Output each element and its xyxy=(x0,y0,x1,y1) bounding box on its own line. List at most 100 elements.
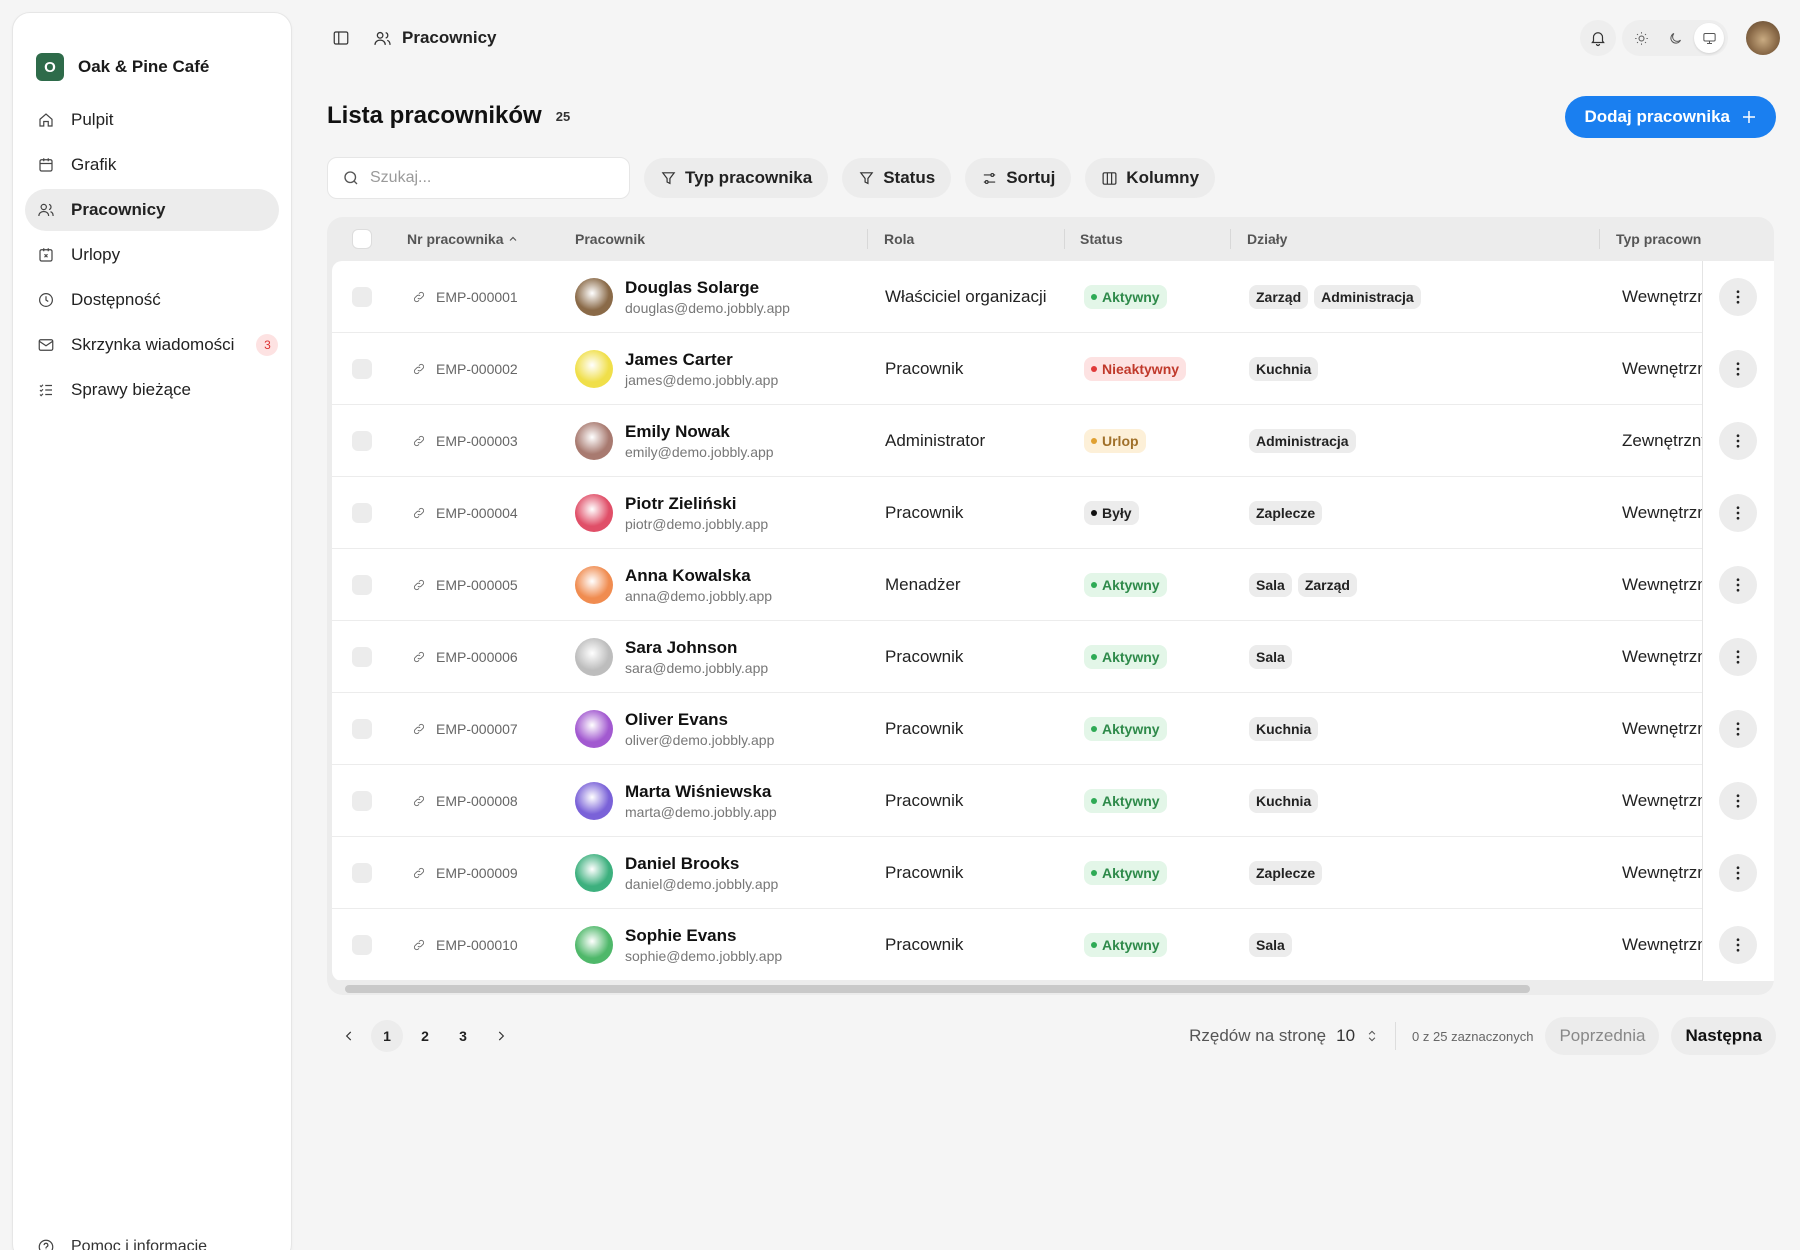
table-row[interactable]: EMP-000008 Marta Wiśniewska marta@demo.job… xyxy=(332,765,1774,837)
row-actions-button[interactable] xyxy=(1719,638,1757,676)
light-theme-button[interactable] xyxy=(1626,23,1656,53)
employee-cell[interactable]: Douglas Solarge douglas@demo.jobbly.app xyxy=(575,261,790,333)
sidebar-item-skrzynka-wiadomości[interactable]: Skrzynka wiadomości 3 xyxy=(25,324,279,366)
sidebar-item-grafik[interactable]: Grafik xyxy=(25,144,279,186)
column-header-departments[interactable]: Działy xyxy=(1230,217,1287,261)
row-checkbox[interactable] xyxy=(352,431,372,451)
column-header-status[interactable]: Status xyxy=(1064,217,1123,261)
sidebar-item-dostępność[interactable]: Dostępność xyxy=(25,279,279,321)
row-actions-button[interactable] xyxy=(1719,854,1757,892)
column-header-role[interactable]: Rola xyxy=(867,217,914,261)
sort-button[interactable]: Sortuj xyxy=(965,158,1072,198)
sidebar-item-pracownicy[interactable]: Pracownicy xyxy=(25,189,279,231)
row-actions-button[interactable] xyxy=(1719,782,1757,820)
breadcrumb-label: Pracownicy xyxy=(402,28,497,47)
employee-cell[interactable]: Piotr Zieliński piotr@demo.jobbly.app xyxy=(575,477,768,549)
column-header-type[interactable]: Typ pracown xyxy=(1599,217,1702,261)
table-row[interactable]: EMP-000005 Anna Kowalska anna@demo.jobbly.… xyxy=(332,549,1774,621)
prev-page-button[interactable] xyxy=(333,1020,365,1052)
row-actions-button[interactable] xyxy=(1719,422,1757,460)
system-theme-button[interactable] xyxy=(1694,23,1724,53)
employee-cell[interactable]: James Carter james@demo.jobbly.app xyxy=(575,333,778,405)
employee-id-cell[interactable]: EMP-000008 xyxy=(412,765,518,837)
row-checkbox[interactable] xyxy=(352,863,372,883)
departments-cell: Zaplecze xyxy=(1249,837,1323,909)
avatar xyxy=(575,278,613,316)
employee-id-cell[interactable]: EMP-000006 xyxy=(412,621,518,693)
row-actions-button[interactable] xyxy=(1719,350,1757,388)
table-row[interactable]: EMP-000007 Oliver Evans oliver@demo.jobbly… xyxy=(332,693,1774,765)
table-row[interactable]: EMP-000001 Douglas Solarge douglas@demo.jo… xyxy=(332,261,1774,333)
employee-id-cell[interactable]: EMP-000010 xyxy=(412,909,518,981)
row-checkbox[interactable] xyxy=(352,503,372,523)
row-actions-button[interactable] xyxy=(1719,278,1757,316)
row-checkbox[interactable] xyxy=(352,719,372,739)
employee-cell[interactable]: Sophie Evans sophie@demo.jobbly.app xyxy=(575,909,782,981)
table-row[interactable]: EMP-000006 Sara Johnson sara@demo.jobbly.a… xyxy=(332,621,1774,693)
next-page-button[interactable] xyxy=(485,1020,517,1052)
row-checkbox[interactable] xyxy=(352,791,372,811)
employee-cell[interactable]: Oliver Evans oliver@demo.jobbly.app xyxy=(575,693,774,765)
sidebar-item-urlopy[interactable]: Urlopy xyxy=(25,234,279,276)
row-checkbox[interactable] xyxy=(352,287,372,307)
employee-id-cell[interactable]: EMP-000003 xyxy=(412,405,518,477)
avatar xyxy=(575,926,613,964)
page-button-2[interactable]: 2 xyxy=(409,1020,441,1052)
employee-id-cell[interactable]: EMP-000004 xyxy=(412,477,518,549)
employee-cell[interactable]: Sara Johnson sara@demo.jobbly.app xyxy=(575,621,768,693)
previous-button[interactable]: Poprzednia xyxy=(1545,1017,1660,1055)
row-actions-button[interactable] xyxy=(1719,926,1757,964)
user-avatar[interactable] xyxy=(1746,21,1780,55)
employee-id-cell[interactable]: EMP-000001 xyxy=(412,261,518,333)
dark-theme-button[interactable] xyxy=(1660,23,1690,53)
employee-cell[interactable]: Emily Nowak emily@demo.jobbly.app xyxy=(575,405,774,477)
add-employee-button[interactable]: Dodaj pracownika xyxy=(1564,96,1776,138)
next-button[interactable]: Następna xyxy=(1671,1017,1776,1055)
sidebar-item-sprawy-bieżące[interactable]: Sprawy bieżące xyxy=(25,369,279,411)
employee-cell[interactable]: Daniel Brooks daniel@demo.jobbly.app xyxy=(575,837,778,909)
employee-id: EMP-000001 xyxy=(436,289,518,305)
department-tag: Zaplecze xyxy=(1249,861,1323,885)
select-all-checkbox[interactable] xyxy=(352,229,372,249)
table-row[interactable]: EMP-000002 James Carter james@demo.jobbly.… xyxy=(332,333,1774,405)
table-row[interactable]: EMP-000003 Emily Nowak emily@demo.jobbly.a… xyxy=(332,405,1774,477)
scrollbar-thumb[interactable] xyxy=(345,985,1530,993)
filter-status-button[interactable]: Status xyxy=(842,158,952,198)
row-actions-button[interactable] xyxy=(1719,710,1757,748)
brand[interactable]: O Oak & Pine Café xyxy=(13,13,291,93)
row-checkbox[interactable] xyxy=(352,359,372,379)
employees-table: Nr pracownika Pracownik Rola Status Dzia… xyxy=(327,217,1774,995)
row-checkbox[interactable] xyxy=(352,575,372,595)
column-header-employee[interactable]: Pracownik xyxy=(575,217,645,261)
rows-per-page-select[interactable]: Rzędów na stronę 10 xyxy=(1189,1026,1379,1046)
row-checkbox[interactable] xyxy=(352,647,372,667)
employee-id-cell[interactable]: EMP-000009 xyxy=(412,837,518,909)
table-row[interactable]: EMP-000004 Piotr Zieliński piotr@demo.jobb… xyxy=(332,477,1774,549)
notifications-button[interactable] xyxy=(1580,20,1616,56)
employee-id-cell[interactable]: EMP-000005 xyxy=(412,549,518,621)
column-header-id[interactable]: Nr pracownika xyxy=(407,217,519,261)
employee-cell[interactable]: Marta Wiśniewska marta@demo.jobbly.app xyxy=(575,765,777,837)
horizontal-scrollbar[interactable] xyxy=(345,985,1757,993)
row-actions-button[interactable] xyxy=(1719,566,1757,604)
row-actions-button[interactable] xyxy=(1719,494,1757,532)
employee-id: EMP-000009 xyxy=(436,865,518,881)
departments-cell: Administracja xyxy=(1249,405,1356,477)
employee-id-cell[interactable]: EMP-000002 xyxy=(412,333,518,405)
search-input[interactable] xyxy=(370,169,590,187)
theme-switcher xyxy=(1622,20,1728,56)
table-row[interactable]: EMP-000010 Sophie Evans sophie@demo.jobbly… xyxy=(332,909,1774,981)
sidebar-toggle-button[interactable] xyxy=(327,24,355,52)
row-checkbox[interactable] xyxy=(352,935,372,955)
table-row[interactable]: EMP-000009 Daniel Brooks daniel@demo.jobbl… xyxy=(332,837,1774,909)
columns-button[interactable]: Kolumny xyxy=(1085,158,1216,198)
page-button-1[interactable]: 1 xyxy=(371,1020,403,1052)
chevron-left-icon xyxy=(345,1031,352,1041)
status-badge: Urlop xyxy=(1084,429,1146,453)
employee-id-cell[interactable]: EMP-000007 xyxy=(412,693,518,765)
sidebar-item-pulpit[interactable]: Pulpit xyxy=(25,99,279,141)
employee-cell[interactable]: Anna Kowalska anna@demo.jobbly.app xyxy=(575,549,772,621)
page-button-3[interactable]: 3 xyxy=(447,1020,479,1052)
filter-employee-type-button[interactable]: Typ pracownika xyxy=(644,158,829,198)
help-link[interactable]: Pomoc i informacje xyxy=(37,1238,207,1250)
